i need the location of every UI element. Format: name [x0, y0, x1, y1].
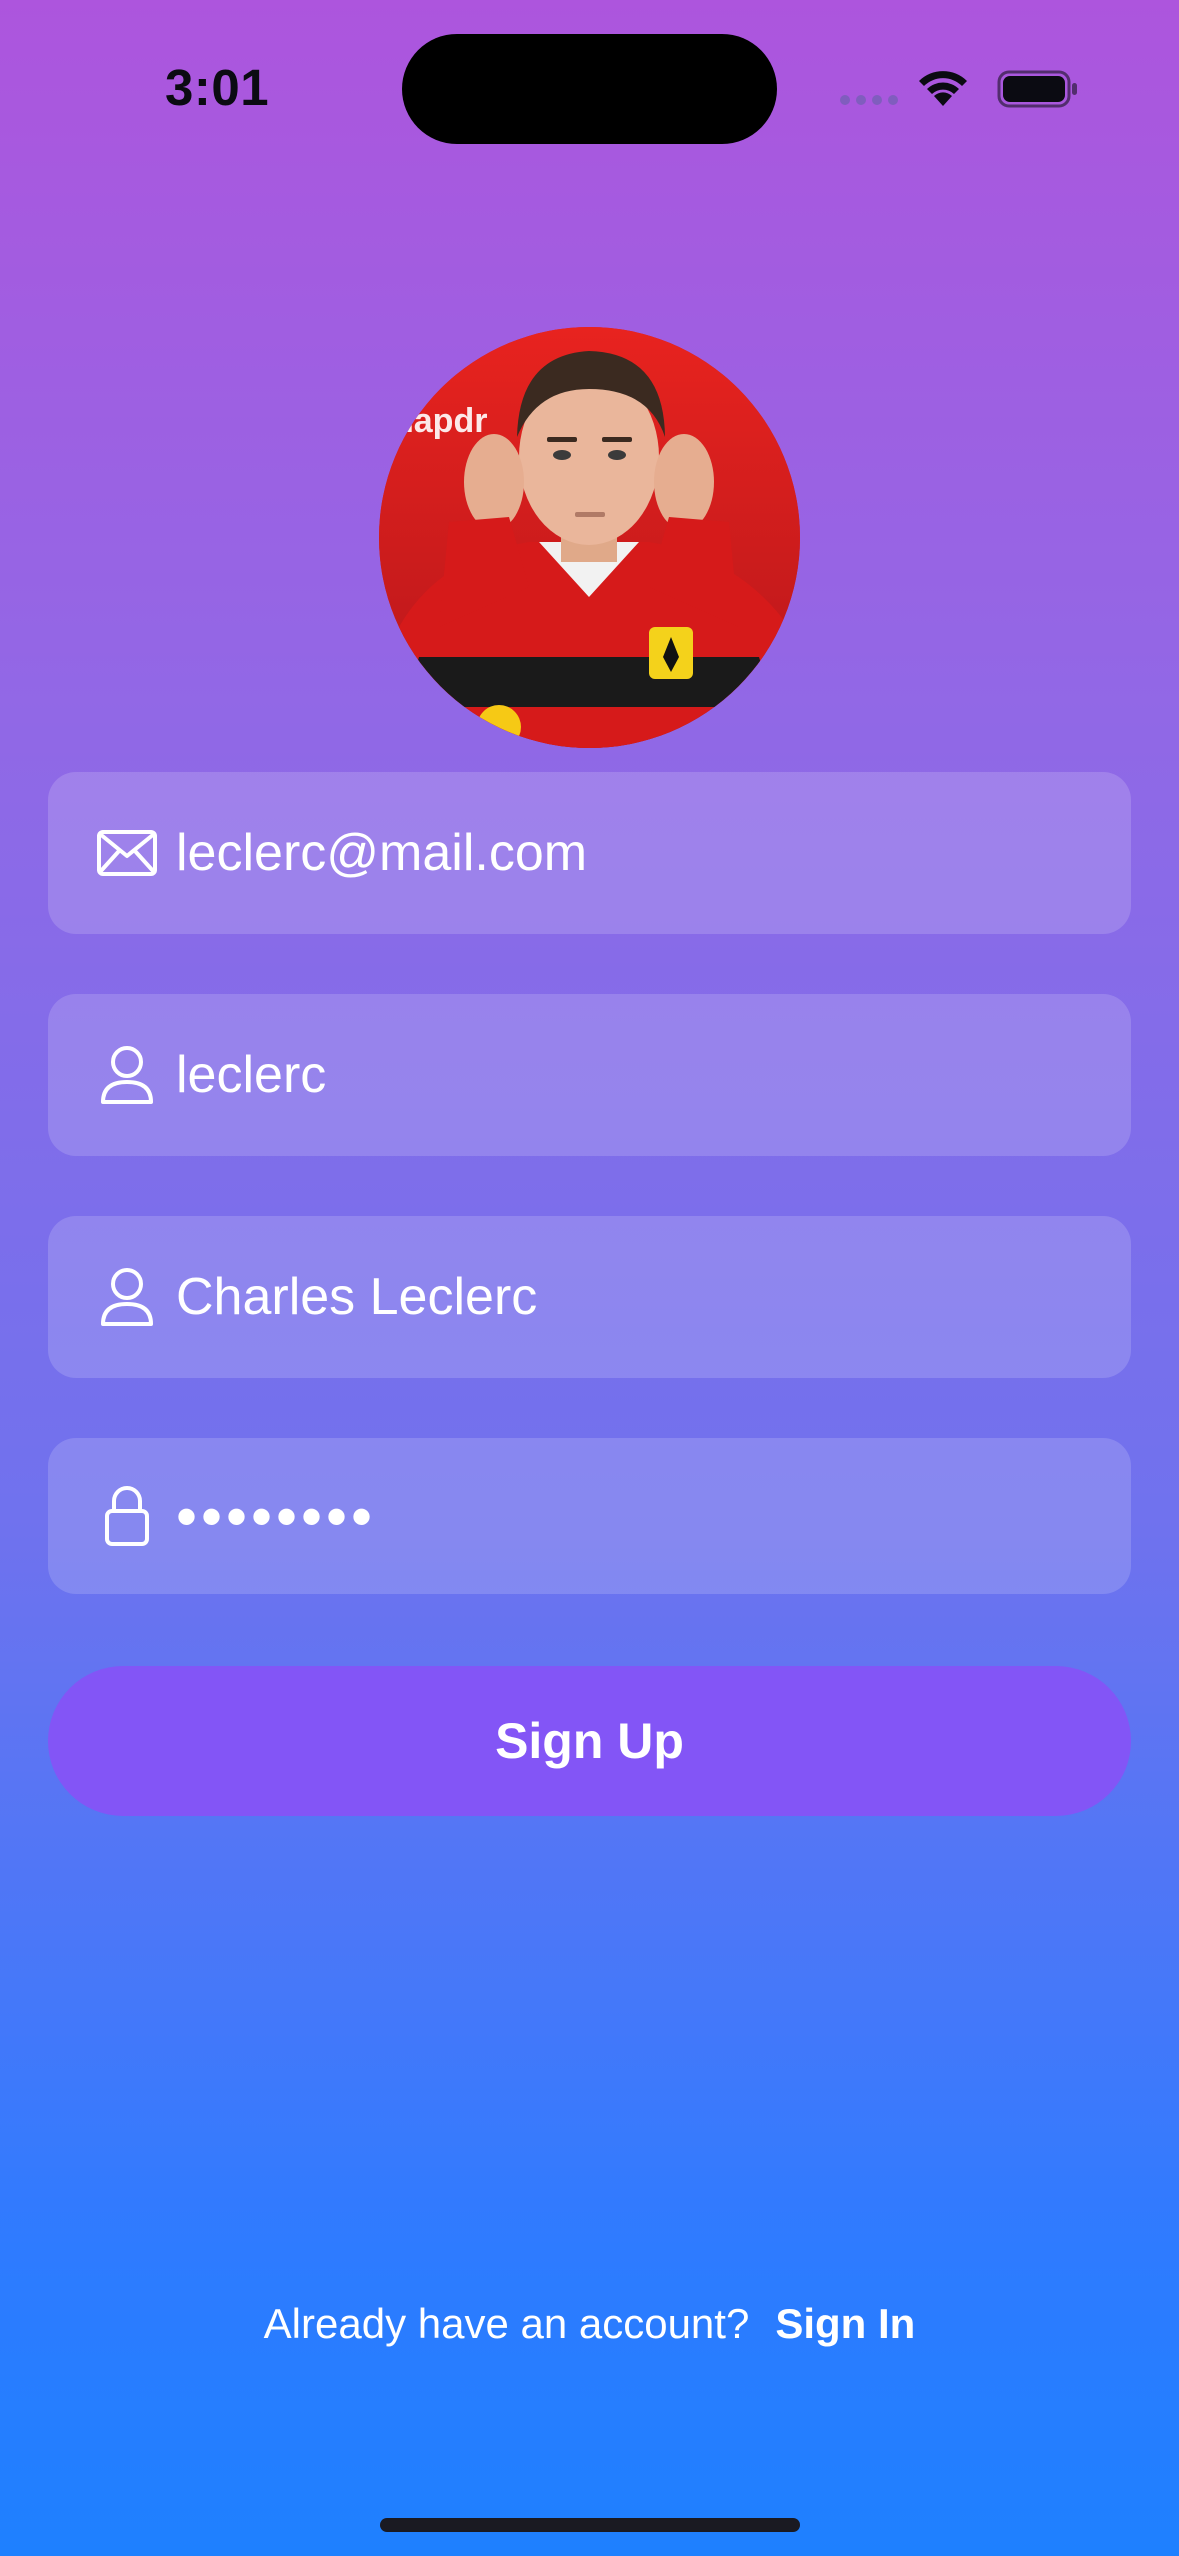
avatar-image: napdr [379, 327, 800, 748]
lock-icon [94, 1483, 160, 1549]
sign-in-prompt: Already have an account? Sign In [0, 2300, 1179, 2348]
username-field[interactable] [48, 994, 1131, 1156]
username-input[interactable] [176, 1035, 1131, 1115]
person-icon [94, 1042, 160, 1108]
cellular-signal-icon [840, 95, 898, 105]
dynamic-island [402, 34, 777, 144]
home-indicator[interactable] [380, 2518, 800, 2532]
profile-avatar[interactable]: napdr [379, 327, 800, 748]
wifi-icon [919, 71, 967, 106]
full-name-input[interactable] [176, 1257, 1131, 1337]
svg-text:napdr: napdr [393, 402, 487, 440]
sign-in-link[interactable]: Sign In [775, 2300, 915, 2347]
password-input[interactable] [176, 1476, 1131, 1556]
full-name-field[interactable] [48, 1216, 1131, 1378]
status-indicators [839, 64, 1079, 110]
email-field[interactable] [48, 772, 1131, 934]
person-icon [94, 1264, 160, 1330]
password-field[interactable] [48, 1438, 1131, 1594]
sign-up-button[interactable]: Sign Up [48, 1666, 1131, 1816]
status-time: 3:01 [165, 59, 270, 116]
envelope-icon [94, 820, 160, 886]
email-input[interactable] [176, 813, 1131, 893]
account-prompt-text: Already have an account? [263, 2300, 750, 2347]
battery-icon [997, 70, 1077, 108]
